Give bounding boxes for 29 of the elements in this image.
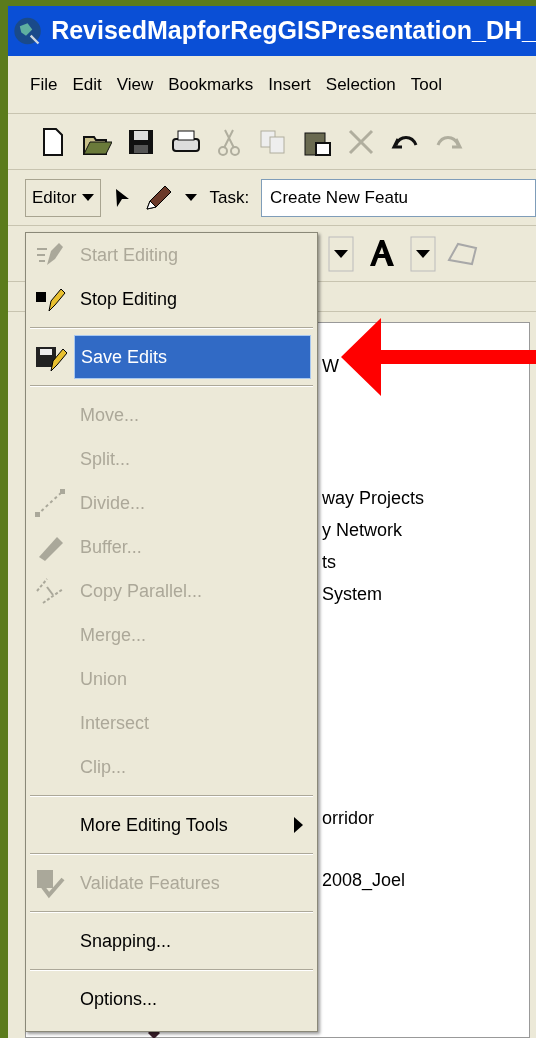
editor-menu-button[interactable]: Editor (25, 178, 102, 217)
menu-bar-item[interactable]: Selection (325, 71, 396, 98)
dotted-line-icon (33, 487, 67, 519)
caret-icon[interactable] (185, 193, 198, 202)
layer-name[interactable]: 2008_Joel (322, 867, 406, 894)
dropdown-caret-icon[interactable] (410, 235, 436, 272)
submenu-arrow-icon (294, 817, 303, 833)
menu-bar-item[interactable]: View (116, 71, 154, 98)
layer-name[interactable]: way Projects (322, 485, 425, 512)
window-title: RevisedMapforRegGISPresentation_DH_ (51, 15, 536, 47)
layer-name[interactable]: System (322, 581, 382, 608)
menu-bar-item[interactable]: Bookmarks (168, 71, 254, 98)
layer-name[interactable]: W (322, 353, 339, 380)
menu-item[interactable]: Snapping... (74, 919, 311, 963)
menu-item[interactable]: Stop Editing (74, 277, 311, 321)
layer-name[interactable]: y Network (322, 517, 402, 544)
menu-item[interactable]: Save Edits (74, 335, 311, 379)
layer-name[interactable]: orridor (322, 805, 374, 832)
submenu-item[interactable]: More Editing Tools (74, 803, 311, 847)
layer-name[interactable]: ts (322, 549, 336, 576)
task-field[interactable]: Create New Featu (261, 178, 536, 217)
menu-bar-item[interactable]: Tool (410, 71, 442, 98)
menu-bar-item[interactable]: File (30, 71, 58, 98)
dropdown-caret-icon[interactable] (328, 235, 354, 272)
menu-item[interactable]: Options... (74, 977, 311, 1021)
menu-bar-item[interactable]: Edit (72, 71, 102, 98)
task-label: Task: (209, 186, 250, 209)
menu-bar-item[interactable]: Insert (268, 71, 311, 98)
caret-icon (82, 193, 95, 202)
